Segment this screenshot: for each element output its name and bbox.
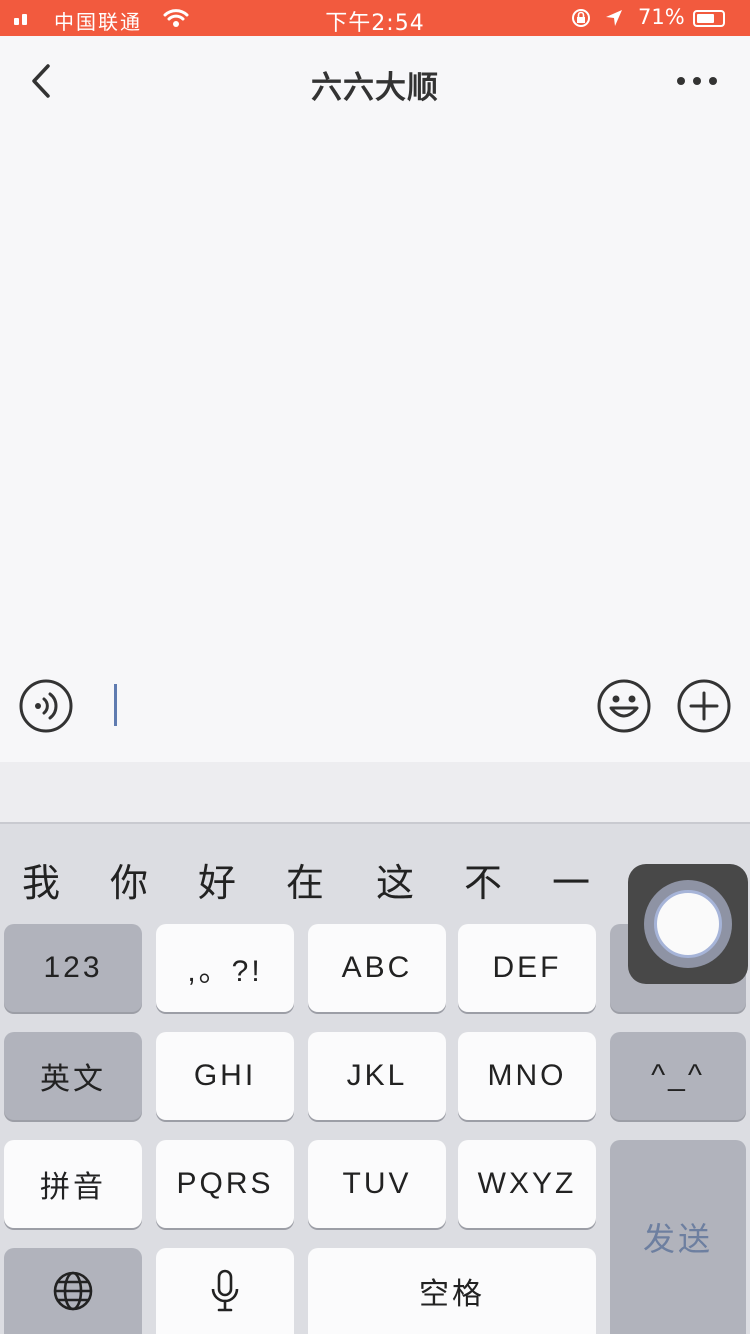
key-abc[interactable]: ABC [308, 924, 446, 1012]
input-bar [0, 656, 750, 762]
candidate-word[interactable]: 这 [376, 852, 414, 907]
battery-percent: 71% [638, 5, 685, 29]
candidate-word[interactable]: 在 [286, 852, 324, 907]
nav-bar: 六六大顺 [0, 36, 750, 126]
keyboard-divider [0, 762, 750, 824]
key-pinyin[interactable]: 拼音 [4, 1140, 142, 1228]
send-button[interactable]: 发送 [610, 1140, 746, 1334]
candidate-word[interactable]: 不 [464, 852, 502, 907]
candidate-word[interactable]: 我 [22, 852, 60, 907]
more-icon[interactable] [672, 64, 722, 98]
key-ghi[interactable]: GHI [156, 1032, 294, 1120]
message-list[interactable] [0, 126, 750, 656]
emoji-icon[interactable] [596, 678, 652, 734]
voice-input-icon[interactable] [18, 678, 74, 734]
chat-title: 六六大顺 [311, 70, 439, 106]
microphone-icon [211, 1269, 239, 1312]
globe-key[interactable] [4, 1248, 142, 1334]
microphone-key[interactable] [156, 1248, 294, 1334]
message-input[interactable] [114, 684, 117, 726]
key-emoticon[interactable]: ^_^ [610, 1032, 746, 1120]
orientation-lock-icon [572, 9, 590, 27]
key-pqrs[interactable]: PQRS [156, 1140, 294, 1228]
battery-icon [693, 10, 725, 27]
key-def[interactable]: DEF [458, 924, 596, 1012]
key-tuv[interactable]: TUV [308, 1140, 446, 1228]
key-punctuation[interactable]: ,。?! [156, 924, 294, 1012]
key-mno[interactable]: MNO [458, 1032, 596, 1120]
key-english[interactable]: 英文 [4, 1032, 142, 1120]
key-wxyz[interactable]: WXYZ [458, 1140, 596, 1228]
candidate-word[interactable]: 你 [110, 852, 148, 907]
key-123[interactable]: 123 [4, 924, 142, 1012]
space-key[interactable]: 空格 [308, 1248, 596, 1334]
location-icon [606, 10, 622, 26]
candidate-word[interactable]: 一 [552, 852, 590, 907]
status-bar: 中国联通 下午2:54 71% [0, 0, 750, 36]
key-jkl[interactable]: JKL [308, 1032, 446, 1120]
assistive-touch-button[interactable] [628, 864, 748, 984]
globe-icon [53, 1271, 93, 1311]
add-icon[interactable] [676, 678, 732, 734]
candidate-word[interactable]: 好 [198, 852, 236, 907]
